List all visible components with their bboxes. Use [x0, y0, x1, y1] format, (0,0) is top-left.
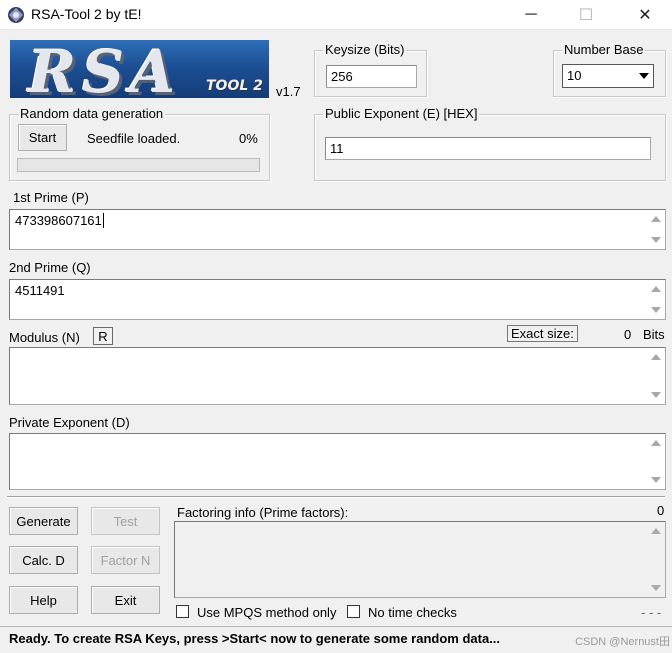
- prime-p-scrollbar[interactable]: [647, 210, 665, 249]
- public-exponent-label: Public Exponent (E) [HEX]: [323, 106, 480, 121]
- help-button[interactable]: Help: [9, 586, 78, 614]
- exit-button[interactable]: Exit: [91, 586, 160, 614]
- keysize-input[interactable]: 256: [326, 65, 417, 88]
- factoring-scrollbar[interactable]: [647, 522, 665, 597]
- scroll-up-icon[interactable]: [651, 528, 661, 534]
- modulus-scrollbar[interactable]: [647, 348, 665, 404]
- minimize-icon: ─: [525, 6, 537, 23]
- private-exponent-label: Private Exponent (D): [9, 415, 130, 430]
- factoring-dashes: - - -: [641, 605, 662, 620]
- prime-q-label: 2nd Prime (Q): [9, 260, 91, 275]
- scroll-down-icon[interactable]: [651, 307, 661, 313]
- random-progress-bar: [17, 158, 260, 172]
- random-data-label: Random data generation: [18, 106, 166, 121]
- exact-size-label: Exact size:: [507, 325, 578, 342]
- exact-size-value: 0: [624, 327, 632, 342]
- chevron-down-icon[interactable]: [634, 66, 652, 86]
- scroll-up-icon[interactable]: [651, 440, 661, 446]
- modulus-field[interactable]: [9, 347, 666, 405]
- rsa-logo: RSA TOOL 2: [10, 40, 269, 98]
- public-exponent-input[interactable]: 11: [325, 137, 651, 160]
- version-label: v1.7: [276, 84, 301, 99]
- number-base-value: 10: [567, 68, 582, 83]
- mpqs-label: Use MPQS method only: [197, 605, 337, 620]
- scroll-down-icon[interactable]: [651, 392, 661, 398]
- seed-status: Seedfile loaded.: [87, 131, 181, 146]
- prime-p-field[interactable]: 473398607161: [9, 209, 666, 250]
- prime-p-value: 473398607161: [15, 213, 104, 228]
- minimize-button[interactable]: ─: [508, 0, 554, 30]
- window-title: RSA-Tool 2 by tE!: [31, 6, 142, 22]
- generate-button[interactable]: Generate: [9, 507, 78, 535]
- divider: [7, 496, 665, 498]
- random-percent: 0%: [239, 131, 258, 146]
- number-base-select[interactable]: 10: [562, 64, 654, 88]
- scroll-down-icon[interactable]: [651, 477, 661, 483]
- status-text: Ready. To create RSA Keys, press >Start<…: [9, 631, 501, 646]
- app-icon: [8, 7, 24, 23]
- maximize-icon: ☐: [578, 7, 594, 24]
- maximize-button[interactable]: ☐: [563, 0, 609, 30]
- factoring-info-label: Factoring info (Prime factors):: [177, 505, 349, 520]
- private-exponent-field[interactable]: [9, 433, 666, 490]
- logo-subtitle: TOOL 2: [206, 78, 263, 94]
- factor-n-button[interactable]: Factor N: [91, 546, 160, 574]
- status-bar: Ready. To create RSA Keys, press >Start<…: [0, 626, 672, 653]
- private-exponent-scrollbar[interactable]: [647, 434, 665, 489]
- start-button[interactable]: Start: [18, 124, 67, 151]
- bits-label: Bits: [643, 327, 665, 342]
- prime-q-field[interactable]: 4511491: [9, 279, 666, 320]
- prime-q-scrollbar[interactable]: [647, 280, 665, 319]
- scroll-up-icon[interactable]: [651, 354, 661, 360]
- scroll-up-icon[interactable]: [651, 286, 661, 292]
- modulus-label: Modulus (N): [9, 330, 80, 345]
- title-bar: RSA-Tool 2 by tE! ─ ☐ ✕: [0, 0, 672, 30]
- scroll-down-icon[interactable]: [651, 585, 661, 591]
- scroll-down-icon[interactable]: [651, 237, 661, 243]
- test-button[interactable]: Test: [91, 507, 160, 535]
- logo-word: RSA: [28, 40, 182, 98]
- keysize-label: Keysize (Bits): [323, 42, 407, 57]
- close-icon: ✕: [638, 7, 652, 24]
- close-button[interactable]: ✕: [622, 0, 668, 30]
- prime-p-label: 1st Prime (P): [13, 190, 89, 205]
- scroll-up-icon[interactable]: [651, 216, 661, 222]
- watermark: CSDN @Nernust田: [575, 636, 670, 648]
- factoring-count: 0: [657, 503, 665, 518]
- text-caret: [102, 213, 104, 228]
- prime-q-value: 4511491: [15, 283, 65, 298]
- no-time-checks-label: No time checks: [368, 605, 457, 620]
- calc-d-button[interactable]: Calc. D: [9, 546, 78, 574]
- modulus-r-button[interactable]: R: [93, 327, 113, 345]
- factoring-info-field[interactable]: [174, 521, 666, 598]
- no-time-checks-checkbox[interactable]: [347, 605, 360, 618]
- number-base-label: Number Base: [562, 42, 646, 57]
- mpqs-checkbox[interactable]: [176, 605, 189, 618]
